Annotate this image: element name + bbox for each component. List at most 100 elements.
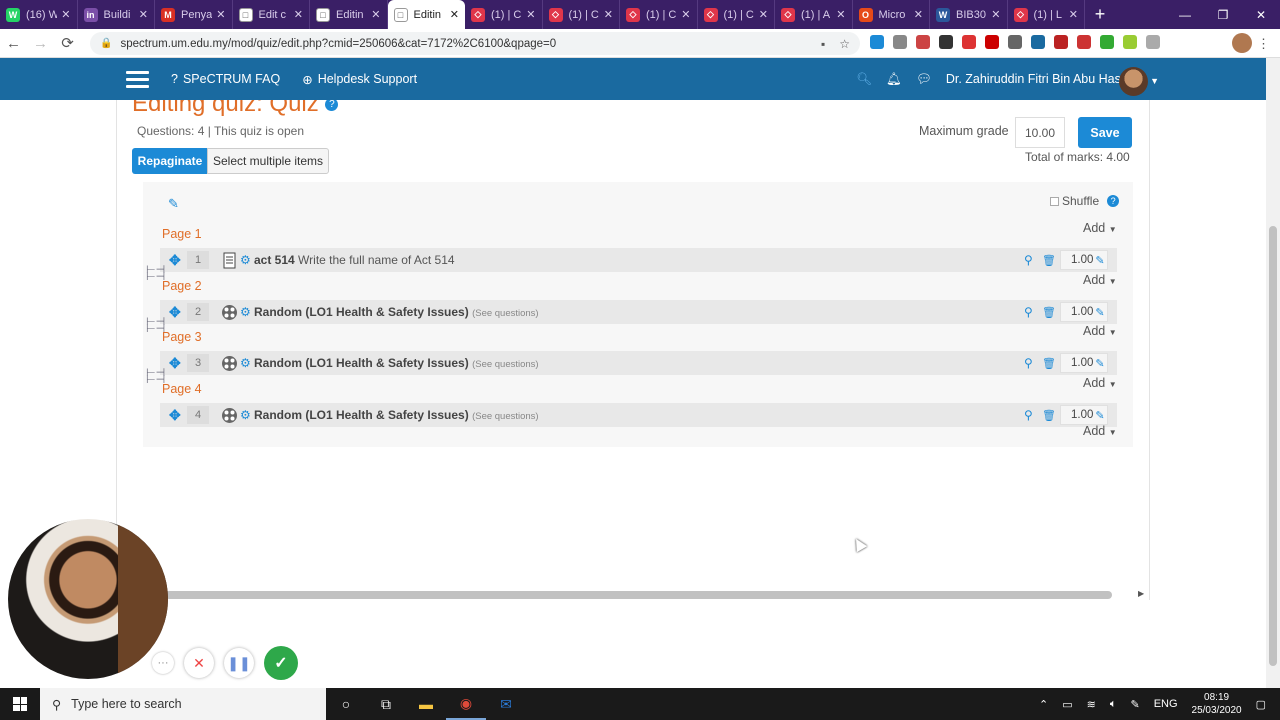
browser-tab[interactable]: ◇ (1) | C ✕ [543, 0, 620, 29]
gear-icon[interactable]: ⚙ [240, 305, 251, 319]
finish-recording-icon[interactable]: ✓ [264, 646, 298, 680]
extension-icon[interactable] [1123, 35, 1137, 49]
more-options-icon[interactable]: ··· [152, 652, 174, 674]
tab-close-icon[interactable]: ✕ [294, 8, 303, 21]
tab-close-icon[interactable]: ✕ [216, 8, 225, 21]
minimize-button[interactable]: — [1166, 0, 1204, 29]
max-mark-field[interactable]: 1.00 ✎ [1060, 353, 1108, 373]
file-explorer-icon[interactable]: ▬ [406, 688, 446, 720]
shuffle-control[interactable]: Shuffle ? [1050, 194, 1120, 208]
extension-icon[interactable] [870, 35, 884, 49]
scroll-right-arrow-icon[interactable]: ▶ [1138, 589, 1144, 598]
add-menu[interactable]: Add ▼ [1083, 424, 1117, 438]
extension-icon[interactable] [893, 35, 907, 49]
edit-mark-pencil-icon[interactable]: ✎ [1095, 306, 1104, 319]
see-questions-link[interactable]: (See questions) [472, 411, 539, 422]
max-mark-field[interactable]: 1.00 ✎ [1060, 405, 1108, 425]
wifi-icon[interactable]: ≋ [1087, 698, 1096, 711]
preview-icon[interactable]: ⚲ [1024, 253, 1033, 267]
taskbar-search[interactable]: ⚲ Type here to search [40, 688, 326, 720]
hamburger-menu-icon[interactable] [126, 70, 149, 88]
see-questions-link[interactable]: (See questions) [472, 359, 539, 370]
extension-icon[interactable] [962, 35, 976, 49]
select-multiple-button[interactable]: Select multiple items [207, 148, 329, 174]
extension-icon[interactable] [985, 35, 999, 49]
edit-section-pencil-icon[interactable]: ✎ [168, 196, 179, 212]
battery-icon[interactable]: ▭ [1062, 698, 1072, 711]
add-menu[interactable]: Add ▼ [1083, 376, 1117, 390]
browser-tab[interactable]: in Buildi ✕ [78, 0, 155, 29]
tab-close-icon[interactable]: ✕ [759, 8, 768, 21]
chrome-icon[interactable]: ◉ [446, 688, 486, 720]
shuffle-checkbox[interactable] [1050, 196, 1059, 206]
gear-icon[interactable]: ⚙ [240, 408, 251, 422]
question-name[interactable]: Random (LO1 Health & Safety Issues) (See… [254, 408, 539, 422]
reload-icon[interactable]: ⟳ [54, 34, 81, 52]
extension-icon[interactable] [1008, 35, 1022, 49]
tab-close-icon[interactable]: ✕ [450, 8, 459, 21]
browser-tab[interactable]: ◇ (1) | C ✕ [698, 0, 775, 29]
tab-close-icon[interactable]: ✕ [61, 8, 70, 21]
add-menu[interactable]: Add ▼ [1083, 273, 1117, 287]
outlook-icon[interactable]: ✉ [486, 688, 526, 720]
gear-icon[interactable]: ⚙ [240, 253, 251, 267]
tab-close-icon[interactable]: ✕ [914, 8, 923, 21]
browser-tab[interactable]: ◇ (1) | L ✕ [1008, 0, 1085, 29]
extension-icon[interactable] [1146, 35, 1160, 49]
vertical-scrollbar[interactable] [1266, 58, 1280, 688]
edit-mark-pencil-icon[interactable]: ✎ [1095, 357, 1104, 370]
camera-icon[interactable]: ▪ [821, 37, 825, 51]
repaginate-button[interactable]: Repaginate [132, 148, 208, 174]
language-indicator[interactable]: ENG [1154, 698, 1178, 710]
question-name[interactable]: Random (LO1 Health & Safety Issues) (See… [254, 305, 539, 319]
tab-close-icon[interactable]: ✕ [991, 8, 1000, 21]
move-handle-icon[interactable]: ✥ [169, 252, 181, 269]
browser-tab[interactable]: W (16) W ✕ [0, 0, 78, 29]
browser-tab[interactable]: ◇ (1) | C ✕ [465, 0, 543, 29]
extension-icon[interactable] [916, 35, 930, 49]
browser-menu-icon[interactable]: ⋮ [1257, 36, 1270, 52]
delete-icon[interactable]: 🗑︎ [1042, 306, 1056, 319]
question-name[interactable]: Random (LO1 Health & Safety Issues) (See… [254, 356, 539, 370]
volume-icon[interactable]: 🔈︎ [1110, 698, 1117, 711]
url-field[interactable]: 🔒 spectrum.um.edu.my/mod/quiz/edit.php?c… [90, 32, 860, 55]
tray-expand-icon[interactable]: ⌃ [1039, 698, 1048, 711]
tab-close-icon[interactable]: ✕ [681, 8, 690, 21]
browser-tab[interactable]: □ Edit c ✕ [233, 0, 310, 29]
browser-tab[interactable]: M Penya ✕ [155, 0, 233, 29]
see-questions-link[interactable]: (See questions) [472, 308, 539, 319]
user-name[interactable]: Dr. Zahiruddin Fitri Bin Abu Hassan . [946, 72, 1148, 86]
user-avatar[interactable] [1119, 67, 1148, 96]
task-view-icon[interactable]: ⧉ [366, 688, 406, 720]
tab-close-icon[interactable]: ✕ [526, 8, 535, 21]
back-icon[interactable]: ← [0, 35, 27, 52]
notification-bell-icon[interactable]: 🔔︎ [886, 72, 902, 87]
help-icon[interactable]: ? [1107, 195, 1120, 207]
helpdesk-link[interactable]: ⊕ Helpdesk Support [302, 72, 417, 87]
edit-mark-pencil-icon[interactable]: ✎ [1095, 409, 1104, 422]
pause-recording-icon[interactable]: ❚❚ [224, 648, 254, 678]
tab-close-icon[interactable]: ✕ [836, 8, 845, 21]
scrollbar-thumb[interactable] [165, 591, 1112, 599]
tab-close-icon[interactable]: ✕ [604, 8, 613, 21]
tab-close-icon[interactable]: ✕ [1069, 8, 1078, 21]
extension-icon[interactable] [1100, 35, 1114, 49]
messages-icon[interactable]: 💬︎ [916, 72, 932, 87]
question-name[interactable]: act 514 Write the full name of Act 514 [254, 253, 455, 267]
extension-icon[interactable] [939, 35, 953, 49]
preview-icon[interactable]: ⚲ [1024, 305, 1033, 319]
help-icon[interactable]: ? [325, 100, 339, 112]
user-menu-caret-icon[interactable]: ▼ [1150, 76, 1159, 86]
max-grade-input[interactable]: 10.00 [1015, 117, 1065, 148]
save-button[interactable]: Save [1078, 117, 1132, 148]
star-icon[interactable]: ☆ [839, 37, 850, 51]
faq-link[interactable]: ? SPeCTRUM FAQ [171, 72, 280, 86]
horizontal-scrollbar[interactable]: ▶ [0, 589, 1266, 601]
move-handle-icon[interactable]: ✥ [169, 407, 181, 424]
delete-icon[interactable]: 🗑︎ [1042, 357, 1056, 370]
add-menu[interactable]: Add ▼ [1083, 221, 1117, 235]
search-icon[interactable]: 🔍︎ [856, 72, 872, 87]
gear-icon[interactable]: ⚙ [240, 356, 251, 370]
scrollbar-thumb[interactable] [1269, 226, 1277, 666]
browser-tab[interactable]: □ Editin ✕ [310, 0, 388, 29]
